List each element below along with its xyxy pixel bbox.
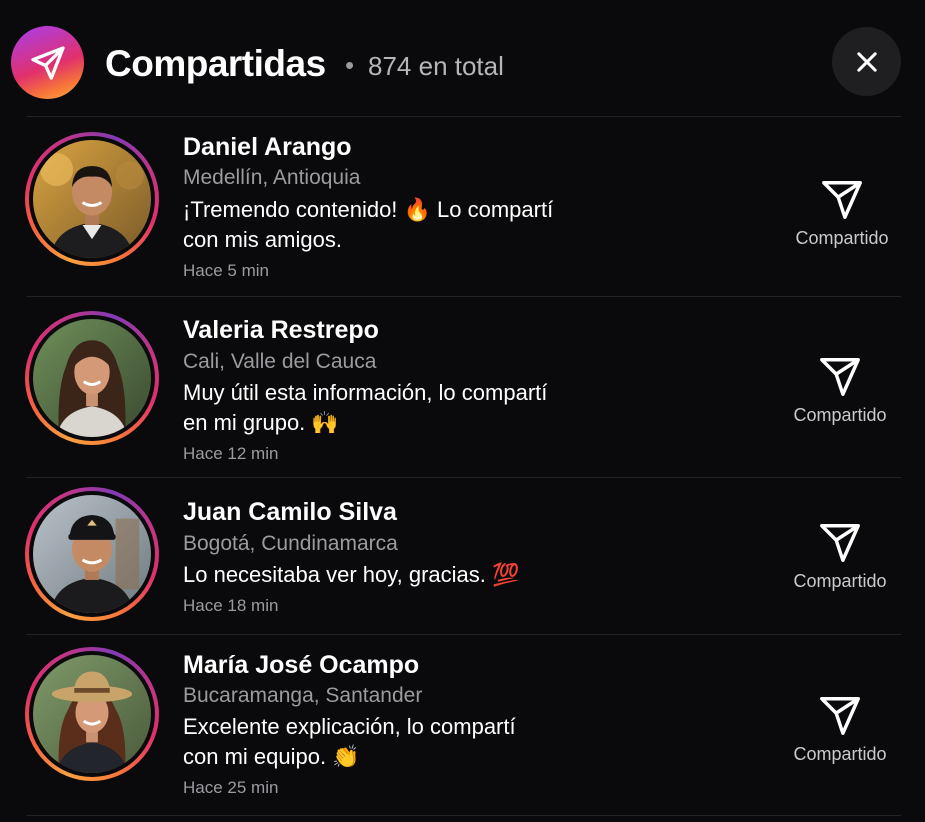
shared-label: Compartido [793,571,887,591]
share-row[interactable]: María José Ocampo Bucaramanga, Santander… [0,635,925,815]
share-message: Lo necesitaba ver hoy, gracias. 💯 [183,560,623,590]
title-separator: • [345,50,355,80]
send-icon [820,358,860,396]
share-message: ¡Tremendo contenido! 🔥 Lo compartí con m… [183,195,623,255]
share-message: Muy útil esta información, lo compartí e… [183,378,623,438]
close-icon [856,51,877,72]
send-icon [820,697,860,735]
shared-button[interactable]: Compartido [780,693,900,765]
avatar-photo-valeria [33,319,151,437]
timestamp: Hace 18 min [183,596,279,615]
message-line: Lo necesitaba ver hoy, gracias. 💯 [183,562,520,587]
message-line: ¡Tremendo contenido! 🔥 Lo compartí [183,197,554,222]
user-name[interactable]: María José Ocampo [183,650,419,680]
shared-button[interactable]: Compartido [780,520,900,592]
close-button[interactable] [832,27,901,96]
share-message: Excelente explicación, lo compartí con m… [183,712,623,772]
message-line: Excelente explicación, lo compartí [183,714,516,739]
share-count: 874 en total [368,51,504,81]
avatar[interactable] [25,647,159,781]
send-logo-icon [11,26,84,99]
send-icon [822,181,862,219]
shares-panel: Compartidas • 874 en total Daniel Arango… [0,0,925,822]
avatar-photo-maria [33,655,151,773]
share-row[interactable]: Valeria Restrepo Cali, Valle del Cauca M… [0,297,925,477]
avatar[interactable] [25,487,159,621]
user-location: Cali, Valle del Cauca [183,350,377,373]
timestamp: Hace 12 min [183,444,279,463]
share-row[interactable]: Juan Camilo Silva Bogotá, Cundinamarca L… [0,478,925,634]
header: Compartidas • 874 en total [0,0,925,116]
shared-label: Compartido [793,405,887,425]
message-line: en mi grupo. 🙌 [183,410,339,435]
share-row[interactable]: Daniel Arango Medellín, Antioquia ¡Treme… [0,117,925,296]
divider [26,815,901,816]
shared-label: Compartido [793,744,887,764]
user-location: Bogotá, Cundinamarca [183,532,398,555]
avatar[interactable] [25,132,159,266]
shared-button[interactable]: Compartido [780,354,900,426]
page-title: Compartidas [105,43,326,84]
message-line: con mi equipo. 👏 [183,744,360,769]
shared-label: Compartido [795,228,889,248]
user-name[interactable]: Daniel Arango [183,132,352,162]
message-line: con mis amigos. [183,227,342,252]
avatar[interactable] [25,311,159,445]
user-name[interactable]: Juan Camilo Silva [183,497,397,527]
user-location: Medellín, Antioquia [183,166,361,189]
timestamp: Hace 25 min [183,778,279,797]
avatar-photo-daniel [33,140,151,258]
send-icon [820,524,860,562]
shared-button[interactable]: Compartido [782,177,902,249]
user-name[interactable]: Valeria Restrepo [183,315,379,345]
user-location: Bucaramanga, Santander [183,684,423,707]
message-line: Muy útil esta información, lo compartí [183,380,548,405]
avatar-photo-juan [33,495,151,613]
timestamp: Hace 5 min [183,261,269,280]
